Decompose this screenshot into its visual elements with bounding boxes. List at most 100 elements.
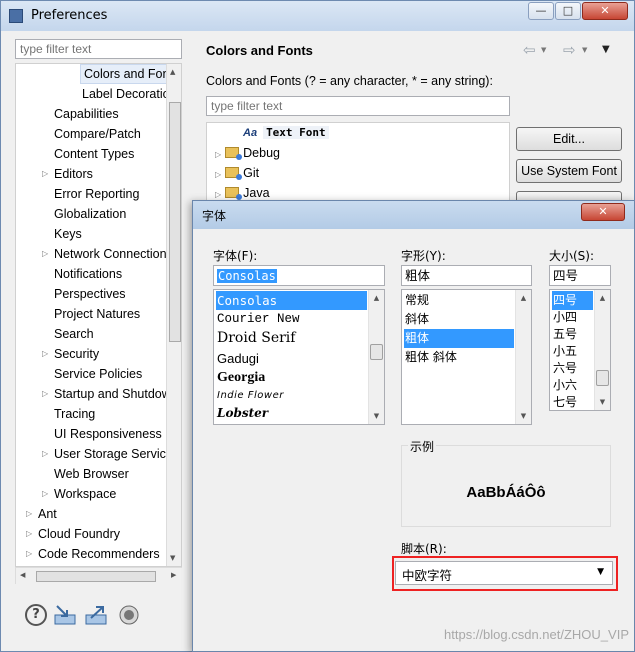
import-icon[interactable] [54,604,76,626]
style-list-scrollbar[interactable]: ▲ ▼ [515,290,531,424]
scroll-right-icon[interactable]: ▶ [171,571,176,579]
tree-item[interactable]: Notifications [54,264,122,284]
edit-button[interactable]: Edit... [516,127,622,151]
font-name-input[interactable]: Consolas [213,265,385,286]
tree-item[interactable]: Web Browser [54,464,129,484]
font-dialog-close-button[interactable]: ✕ [581,203,625,221]
scroll-down-icon[interactable]: ▼ [516,409,531,423]
scroll-up-icon[interactable]: ▲ [516,291,531,305]
font-list[interactable]: Consolas Courier New Droid Serif Gadugi … [213,289,385,425]
sample-label: 示例 [408,438,437,455]
tree-item-label: Perspectives [54,287,126,301]
tree-item[interactable]: ▷ Code Recommenders [26,544,160,564]
expand-icon[interactable]: ▷ [215,190,221,199]
font-list-item[interactable]: Indie Flower [216,386,284,405]
tree-item[interactable]: Capabilities [54,104,119,124]
maximize-button[interactable]: □ [555,2,581,20]
scroll-down-icon[interactable]: ▼ [595,395,610,409]
tree-item[interactable]: ▷ Editors [42,164,93,184]
font-list-item[interactable]: Courier New [216,310,300,329]
tree-item[interactable]: UI Responsiveness [54,424,162,444]
tree-item[interactable]: Perspectives [54,284,126,304]
tree-item[interactable]: Error Reporting [54,184,139,204]
scroll-down-icon[interactable]: ▼ [369,409,384,423]
tree-item-text-font[interactable]: Aa Text Font [243,122,329,142]
style-list-item[interactable]: 粗体 [404,329,514,348]
close-button[interactable]: ✕ [582,2,628,20]
expand-icon[interactable]: ▷ [42,164,52,184]
color-filter-input[interactable] [206,96,510,116]
scroll-thumb[interactable] [169,102,181,342]
tree-item[interactable]: ▷ Startup and Shutdown [42,384,178,404]
expand-icon[interactable]: ▷ [42,444,52,464]
font-list-item[interactable]: Georgia [216,368,265,387]
hscroll-thumb[interactable] [36,571,156,582]
style-list-item[interactable]: 粗体 斜体 [404,348,457,367]
scroll-up-icon[interactable]: ▲ [369,291,384,305]
size-list[interactable]: 四号 小四 五号 小五 六号 小六 七号 ▲ ▼ [549,289,611,411]
expand-icon[interactable]: ▷ [26,544,36,564]
expand-icon[interactable]: ▷ [42,484,52,504]
expand-icon[interactable]: ▷ [42,384,52,404]
tree-item[interactable]: Compare/Patch [54,124,141,144]
style-list-item[interactable]: 常规 [404,291,429,310]
expand-icon[interactable]: ▷ [42,344,52,364]
minimize-button[interactable]: — [528,2,554,20]
tree-item[interactable]: ▷ Security [42,344,99,364]
tree-item-git[interactable]: ▷ Git [215,163,259,183]
colors-fonts-tree[interactable]: Aa Text Font ▷ Debug ▷ Git ▷ Java [206,122,510,212]
font-list-scrollbar[interactable]: ▲ ▼ [368,290,384,424]
tree-hscrollbar[interactable]: ◀ ▶ [15,567,182,584]
scroll-up-icon[interactable]: ▲ [170,68,175,76]
size-list-item[interactable]: 七号 [552,393,577,410]
font-list-item[interactable]: Gadugi [216,349,259,368]
expand-icon[interactable]: ▷ [42,244,52,264]
tree-item[interactable]: Content Types [54,144,134,164]
page-title: Colors and Fonts [206,43,313,58]
use-system-font-button[interactable]: Use System Font [516,159,622,183]
app-icon [9,9,23,23]
font-icon: Aa [243,127,258,139]
back-arrow-icon[interactable]: ⇦ [523,41,536,59]
tree-item[interactable]: ▷ Cloud Foundry [26,524,120,544]
tree-item[interactable]: ▷ Ant [26,504,57,524]
preferences-tree[interactable]: Colors and Fonts Label Decorations Capabil… [15,63,182,567]
tree-scrollbar[interactable]: ▲ ▼ [166,64,181,566]
font-size-input[interactable]: 四号 [549,265,611,286]
record-icon[interactable] [118,604,140,626]
tree-item[interactable]: Project Natures [54,304,140,324]
tree-item[interactable]: Search [54,324,94,344]
style-list-item[interactable]: 斜体 [404,310,429,329]
scroll-thumb[interactable] [596,370,609,386]
tree-item[interactable]: Service Policies [54,364,142,384]
tree-item-debug[interactable]: ▷ Debug [215,143,280,163]
font-list-item[interactable]: Lobster [216,404,268,423]
help-icon[interactable]: ? [25,604,47,626]
forward-arrow-icon[interactable]: ⇨ [563,41,576,59]
scroll-thumb[interactable] [370,344,383,360]
export-icon[interactable] [85,604,107,626]
tree-item[interactable]: ▷ Workspace [42,484,116,504]
tree-item[interactable]: ▷ User Storage Service [42,444,173,464]
tree-item[interactable]: Globalization [54,204,126,224]
expand-icon[interactable]: ▷ [215,150,221,159]
tree-item[interactable]: Tracing [54,404,95,424]
tree-item-label: User Storage Service [54,447,173,461]
size-list-scrollbar[interactable]: ▲ ▼ [594,290,610,410]
back-menu-chevron-icon[interactable]: ▼ [541,46,546,54]
tree-item[interactable]: Keys [54,224,82,244]
expand-icon[interactable]: ▷ [26,504,36,524]
view-menu-icon[interactable]: ▼ [602,44,610,55]
font-list-item[interactable]: Droid Serif [216,329,295,348]
font-style-input[interactable]: 粗体 [401,265,532,286]
scroll-down-icon[interactable]: ▼ [170,554,175,562]
font-list-item[interactable]: Consolas [216,291,367,310]
expand-icon[interactable]: ▷ [26,524,36,544]
expand-icon[interactable]: ▷ [215,170,221,179]
scroll-left-icon[interactable]: ◀ [20,571,25,579]
forward-menu-chevron-icon[interactable]: ▼ [582,46,587,54]
filter-input[interactable] [15,39,182,59]
scroll-up-icon[interactable]: ▲ [595,291,610,305]
tree-item[interactable]: ▷ Network Connections [42,244,173,264]
style-list[interactable]: 常规 斜体 粗体 粗体 斜体 ▲ ▼ [401,289,532,425]
